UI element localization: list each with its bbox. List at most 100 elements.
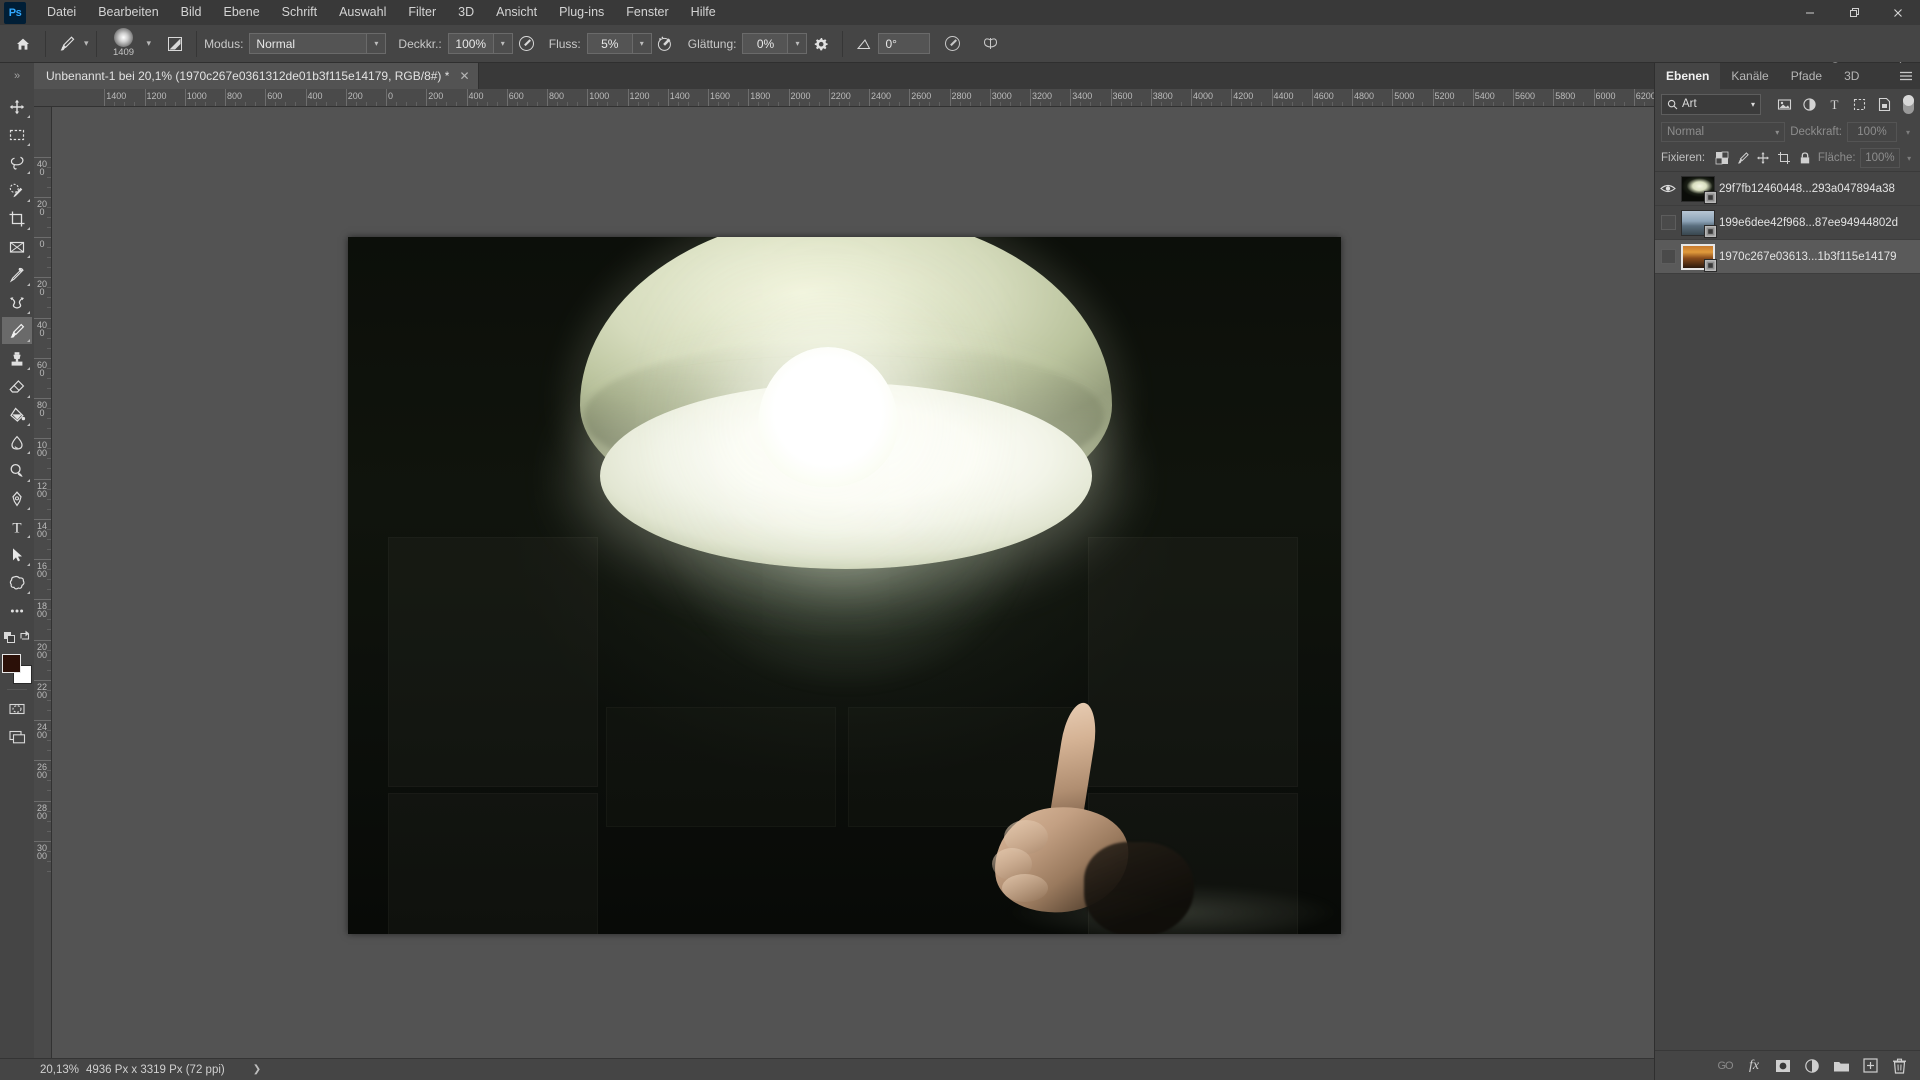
fill-value[interactable]: 100% bbox=[1859, 148, 1901, 168]
lock-image-icon[interactable] bbox=[1734, 148, 1751, 169]
canvas-workspace[interactable] bbox=[52, 107, 1654, 1067]
layer-visibility-toggle[interactable] bbox=[1655, 215, 1681, 230]
lock-position-icon[interactable] bbox=[1755, 148, 1772, 169]
menu-item-ebene[interactable]: Ebene bbox=[213, 0, 271, 25]
layer-style-fx-icon[interactable]: fx bbox=[1744, 1056, 1764, 1076]
tab-ebenen[interactable]: Ebenen bbox=[1655, 63, 1721, 89]
menu-item-fenster[interactable]: Fenster bbox=[615, 0, 679, 25]
maximize-button[interactable] bbox=[1832, 0, 1876, 25]
document-canvas[interactable] bbox=[348, 237, 1341, 934]
tab-3d[interactable]: 3D bbox=[1833, 63, 1870, 89]
menu-item-datei[interactable]: Datei bbox=[36, 0, 87, 25]
layer-visibility-toggle[interactable] bbox=[1655, 249, 1681, 264]
smoothing-field[interactable]: 0% ▾ bbox=[742, 33, 808, 54]
eraser-tool[interactable] bbox=[2, 373, 32, 400]
layer-thumbnail[interactable] bbox=[1681, 175, 1717, 204]
table-row[interactable]: 1970c267e03613...1b3f115e14179 bbox=[1655, 240, 1920, 274]
chevron-down-icon[interactable]: ▾ bbox=[493, 33, 513, 54]
horizontal-ruler[interactable]: 1400 1200 1000 800 600 400 200 0 200 400 600 800 100… bbox=[34, 89, 1654, 107]
flow-field[interactable]: 5% ▾ bbox=[586, 33, 652, 54]
frame-tool[interactable] bbox=[2, 233, 32, 260]
menu-item-3d[interactable]: 3D bbox=[447, 0, 485, 25]
adjustment-layer-icon[interactable] bbox=[1802, 1056, 1822, 1076]
custom-shape-tool[interactable] bbox=[2, 569, 32, 596]
brush-tool-icon[interactable] bbox=[53, 30, 81, 58]
layer-visibility-toggle[interactable] bbox=[1655, 183, 1681, 194]
chevron-down-icon[interactable]: ▾ bbox=[632, 33, 652, 54]
filter-adjustment-icon[interactable] bbox=[1798, 93, 1820, 115]
quick-mask-icon[interactable] bbox=[2, 695, 32, 722]
vertical-ruler[interactable]: 400 200 0 200 400 600 800 1000 1200 1400 1600 1800 2… bbox=[34, 107, 52, 1067]
layer-opacity-value[interactable]: 100% bbox=[1847, 122, 1897, 142]
edit-toolbar-tool[interactable] bbox=[2, 597, 32, 624]
minimize-button[interactable] bbox=[1788, 0, 1832, 25]
menu-item-bearbeiten[interactable]: Bearbeiten bbox=[87, 0, 169, 25]
brush-preset-preview[interactable]: 1409 bbox=[104, 26, 144, 62]
menu-item-bild[interactable]: Bild bbox=[170, 0, 213, 25]
rectangular-marquee-tool[interactable] bbox=[2, 121, 32, 148]
new-layer-icon[interactable] bbox=[1860, 1056, 1880, 1076]
path-selection-tool[interactable] bbox=[2, 541, 32, 568]
screen-mode-icon[interactable] bbox=[2, 723, 32, 750]
menu-item-plugins[interactable]: Plug-ins bbox=[548, 0, 615, 25]
chevron-down-icon[interactable]: ▾ bbox=[1775, 128, 1779, 137]
layer-thumbnail[interactable] bbox=[1681, 209, 1717, 238]
link-layers-icon[interactable]: GO bbox=[1715, 1056, 1735, 1076]
clone-stamp-tool[interactable] bbox=[2, 345, 32, 372]
panel-expand-icon[interactable]: » bbox=[0, 63, 34, 89]
filter-shape-icon[interactable] bbox=[1848, 93, 1870, 115]
move-tool[interactable] bbox=[2, 93, 32, 120]
zoom-level[interactable]: 20,13% bbox=[0, 1064, 80, 1076]
fill-chevron-down-icon[interactable]: ▾ bbox=[1904, 154, 1914, 163]
lock-artboard-icon[interactable] bbox=[1776, 148, 1793, 169]
filter-pixel-icon[interactable] bbox=[1773, 93, 1795, 115]
brush-settings-panel-icon[interactable] bbox=[161, 30, 189, 58]
brush-tool[interactable] bbox=[2, 317, 32, 344]
blur-tool[interactable] bbox=[2, 429, 32, 456]
brush-angle-field[interactable]: 0° bbox=[878, 33, 931, 54]
layer-mask-icon[interactable] bbox=[1773, 1056, 1793, 1076]
brush-preset-chevron-down-icon[interactable]: ▾ bbox=[147, 38, 152, 49]
new-group-icon[interactable] bbox=[1831, 1056, 1851, 1076]
chevron-down-icon[interactable]: ▾ bbox=[367, 33, 387, 54]
opacity-chevron-down-icon[interactable]: ▾ bbox=[1902, 128, 1914, 137]
lock-transparency-icon[interactable] bbox=[1713, 148, 1730, 169]
pressure-size-icon[interactable] bbox=[938, 30, 966, 58]
gradient-tool[interactable] bbox=[2, 401, 32, 428]
panel-menu-icon[interactable] bbox=[1896, 63, 1916, 89]
blend-mode-select[interactable]: Normal ▾ bbox=[249, 33, 387, 54]
pressure-opacity-icon[interactable] bbox=[513, 30, 541, 58]
chevron-down-icon[interactable]: ▾ bbox=[788, 33, 808, 54]
document-tab[interactable]: Unbenannt-1 bei 20,1% (1970c267e0361312d… bbox=[34, 63, 479, 89]
menu-item-ansicht[interactable]: Ansicht bbox=[485, 0, 548, 25]
eyedropper-tool[interactable] bbox=[2, 261, 32, 288]
menu-item-filter[interactable]: Filter bbox=[397, 0, 447, 25]
symmetry-butterfly-icon[interactable] bbox=[976, 30, 1004, 58]
airbrush-icon[interactable] bbox=[652, 30, 680, 58]
brush-tool-chevron-down-icon[interactable]: ▾ bbox=[84, 38, 89, 49]
filter-enable-toggle[interactable] bbox=[1903, 94, 1914, 114]
delete-layer-icon[interactable] bbox=[1889, 1056, 1909, 1076]
table-row[interactable]: 199e6dee42f968...87ee94944802d bbox=[1655, 206, 1920, 240]
object-selection-tool[interactable] bbox=[2, 177, 32, 204]
color-swatches[interactable] bbox=[2, 654, 32, 684]
layer-thumbnail[interactable] bbox=[1681, 243, 1717, 272]
pen-tool[interactable] bbox=[2, 485, 32, 512]
filter-type-icon[interactable]: T bbox=[1823, 93, 1845, 115]
close-icon[interactable]: ✕ bbox=[459, 69, 469, 83]
opacity-field[interactable]: 100% ▾ bbox=[447, 33, 513, 54]
lasso-tool[interactable] bbox=[2, 149, 32, 176]
table-row[interactable]: 29f7fb12460448...293a047894a38 bbox=[1655, 172, 1920, 206]
menu-item-hilfe[interactable]: Hilfe bbox=[680, 0, 727, 25]
tab-kanaele[interactable]: Kanäle bbox=[1720, 63, 1779, 89]
home-icon[interactable] bbox=[8, 31, 38, 57]
menu-item-auswahl[interactable]: Auswahl bbox=[328, 0, 397, 25]
filter-kind-select[interactable]: Art ▾ bbox=[1661, 93, 1761, 115]
chevron-down-icon[interactable]: ▾ bbox=[1751, 100, 1755, 109]
gear-icon[interactable] bbox=[807, 30, 835, 58]
foreground-color-swatch[interactable] bbox=[2, 654, 21, 673]
dodge-tool[interactable] bbox=[2, 457, 32, 484]
close-button[interactable] bbox=[1876, 0, 1920, 25]
filter-smart-object-icon[interactable] bbox=[1873, 93, 1895, 115]
crop-tool[interactable] bbox=[2, 205, 32, 232]
